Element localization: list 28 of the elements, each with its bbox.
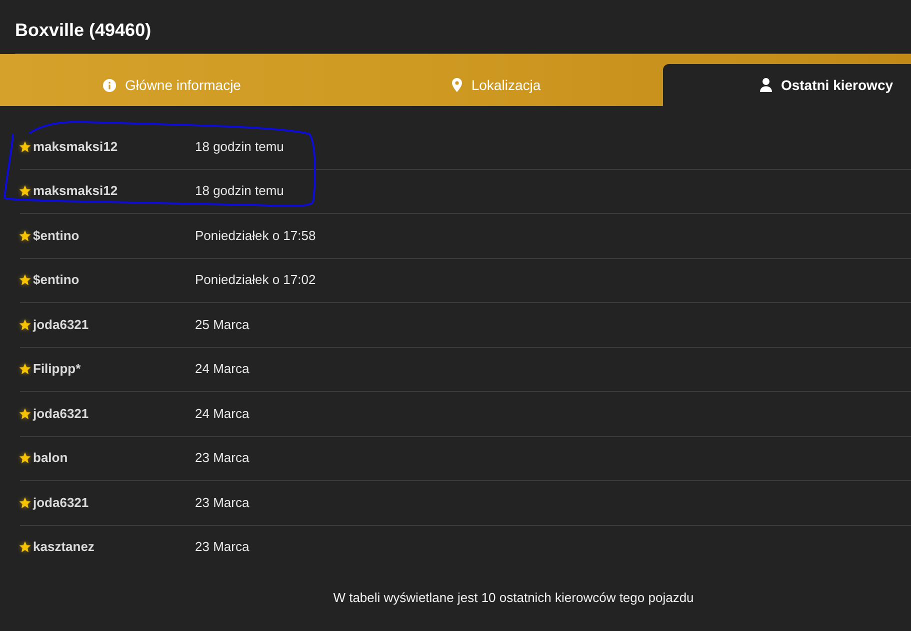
driver-name: Filippp*	[33, 361, 81, 378]
driver-name: joda6321	[33, 316, 89, 333]
last-drive-time: 23 Marca	[195, 450, 250, 466]
driver-name: joda6321	[33, 406, 89, 422]
map-pin-icon	[452, 78, 462, 92]
driver-name: $entino	[33, 272, 80, 288]
last-drive-time: 18 godzin temu	[195, 183, 284, 200]
tab[interactable]: Lokalizacja	[330, 64, 663, 106]
last-drive-time: Poniedziałek o 17:02	[195, 272, 316, 288]
driver-name: maksmaksi12	[33, 138, 118, 155]
info-icon	[103, 78, 116, 92]
person-icon	[760, 78, 772, 92]
last-drive-time: 23 Marca	[195, 494, 250, 511]
driver-name: maksmaksi12	[33, 183, 118, 200]
vehicle-title: Boxville (49460)	[15, 19, 152, 41]
driver-name: kasztanez	[33, 539, 94, 556]
last-drive-time: 25 Marca	[195, 316, 250, 333]
table-footnote: W tabeli wyświetlane jest 10 ostatnich kierowców tego pojazdu	[333, 590, 694, 606]
driver-name: $entino	[33, 228, 80, 244]
last-drive-time: 24 Marca	[195, 361, 250, 378]
last-drive-time: 23 Marca	[195, 539, 250, 556]
last-drive-time: 18 godzin temu	[195, 138, 284, 155]
driver-name: balon	[33, 450, 68, 466]
last-drive-time: 24 Marca	[195, 406, 250, 422]
tab[interactable]: Główne informacje	[14, 64, 330, 106]
last-drive-time: Poniedziałek o 17:58	[195, 228, 316, 244]
driver-name: joda6321	[33, 494, 89, 511]
tab[interactable]: Ostatni kierowcy	[663, 64, 911, 106]
